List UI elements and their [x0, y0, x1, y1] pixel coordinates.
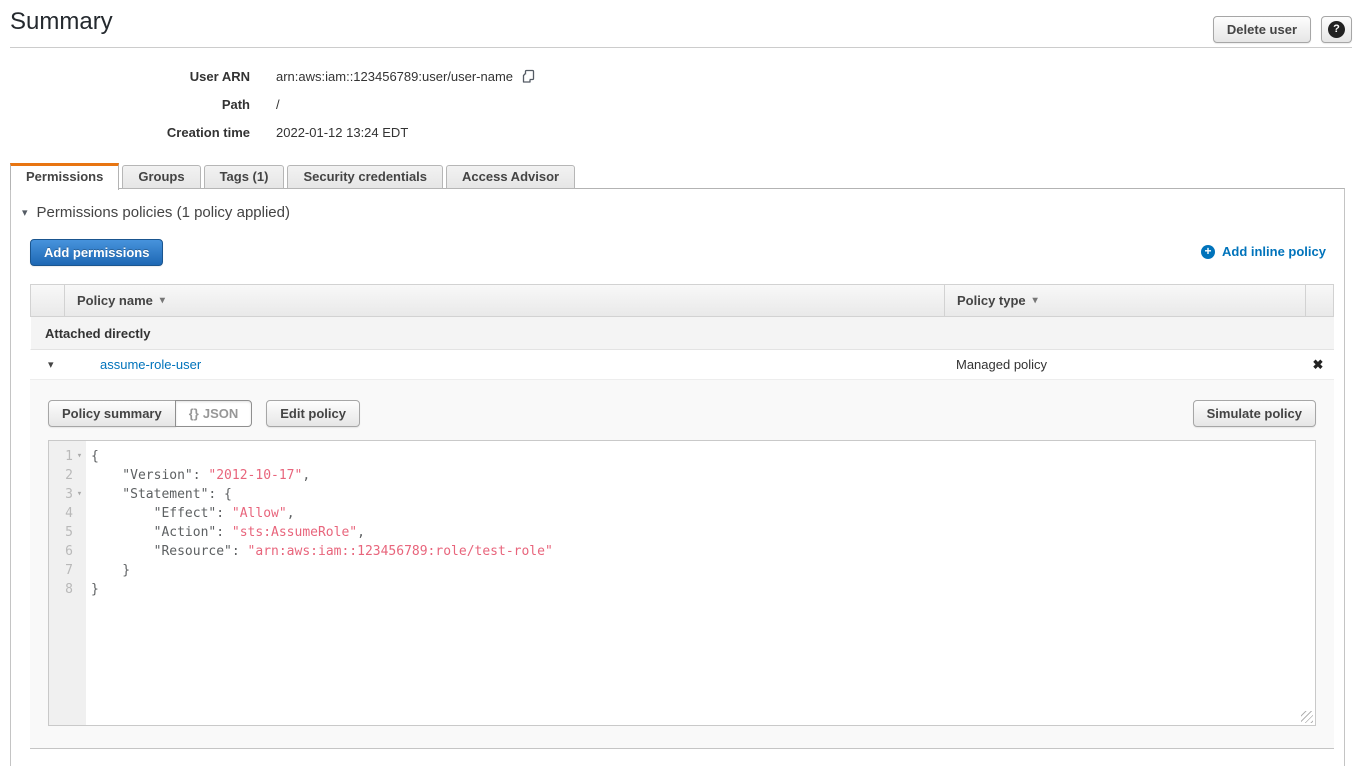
policy-table-header: Policy name ▾ Policy type ▾ [30, 284, 1334, 317]
add-permissions-button[interactable]: Add permissions [30, 239, 163, 266]
policy-type-header-label: Policy type [957, 293, 1026, 308]
policy-name-column-header[interactable]: Policy name ▾ [65, 285, 945, 316]
tab-groups[interactable]: Groups [122, 165, 200, 189]
tab-access-advisor[interactable]: Access Advisor [446, 165, 575, 189]
policy-type-value: Managed policy [944, 357, 1305, 372]
user-details: User ARN arn:aws:iam::123456789:user/use… [0, 62, 536, 146]
remove-policy-button[interactable]: ✖ [1305, 357, 1331, 373]
code-line: "Resource": "arn:aws:iam::123456789:role… [91, 542, 1315, 561]
actions-column-header [1306, 285, 1332, 316]
collapse-row-caret-icon[interactable]: ▾ [30, 358, 100, 371]
code-line: { [91, 447, 1315, 466]
code-line: } [91, 561, 1315, 580]
code-line: "Action": "sts:AssumeRole", [91, 523, 1315, 542]
header-buttons: Delete user ? [1213, 16, 1352, 43]
sort-caret-down-icon: ▾ [160, 295, 165, 306]
simulate-policy-button[interactable]: Simulate policy [1193, 400, 1316, 427]
attached-directly-group-row: Attached directly [30, 317, 1334, 350]
code-line: "Effect": "Allow", [91, 504, 1315, 523]
line-number: 3 [49, 485, 73, 504]
gutter-line: 2 [49, 466, 86, 485]
add-inline-policy-link[interactable]: + Add inline policy [1201, 244, 1326, 259]
policy-name-header-label: Policy name [77, 293, 153, 308]
permissions-tab-panel: ▾ Permissions policies (1 policy applied… [10, 188, 1345, 766]
fold-caret-icon[interactable]: ▾ [73, 447, 86, 466]
policy-type-column-header[interactable]: Policy type ▾ [945, 285, 1306, 316]
copy-icon[interactable] [521, 69, 536, 84]
tab-tags[interactable]: Tags (1) [204, 165, 285, 189]
plus-circle-icon: + [1201, 245, 1215, 259]
json-button-label: JSON [203, 406, 238, 421]
tab-bar: Permissions Groups Tags (1) Security cre… [10, 162, 1345, 189]
policy-json-editor[interactable]: 1▾23▾45678 { "Version": "2012-10-17", "S… [48, 440, 1316, 726]
permissions-policies-section-toggle[interactable]: ▾ Permissions policies (1 policy applied… [22, 204, 290, 221]
policy-name-link[interactable]: assume-role-user [100, 357, 944, 372]
line-number: 4 [49, 504, 73, 523]
expander-column-header [31, 285, 65, 316]
editor-code[interactable]: { "Version": "2012-10-17", "Statement": … [86, 441, 1315, 725]
editor-gutter: 1▾23▾45678 [49, 441, 86, 725]
gutter-line: 7 [49, 561, 86, 580]
user-arn-label: User ARN [0, 69, 250, 84]
detail-row-path: Path / [0, 90, 536, 118]
gutter-line: 8 [49, 580, 86, 599]
path-label: Path [0, 97, 250, 112]
line-number: 2 [49, 466, 73, 485]
iam-user-summary-page: Summary Delete user ? User ARN arn:aws:i… [0, 0, 1362, 766]
path-value: / [276, 97, 280, 112]
policy-detail-expanded: Policy summary {} JSON Edit policy Simul… [30, 380, 1334, 749]
edit-policy-button[interactable]: Edit policy [266, 400, 360, 427]
page-title: Summary [10, 8, 113, 36]
detail-row-creation-time: Creation time 2022-01-12 13:24 EDT [0, 118, 536, 146]
line-number: 7 [49, 561, 73, 580]
line-number: 8 [49, 580, 73, 599]
detail-row-user-arn: User ARN arn:aws:iam::123456789:user/use… [0, 62, 536, 90]
line-number: 5 [49, 523, 73, 542]
policy-view-buttons: Policy summary {} JSON Edit policy [48, 400, 1316, 427]
line-number: 1 [49, 447, 73, 466]
delete-user-button[interactable]: Delete user [1213, 16, 1311, 43]
title-divider [10, 47, 1352, 48]
json-view-button[interactable]: {} JSON [175, 400, 253, 427]
policy-actions-row: Add permissions + Add inline policy [30, 239, 1326, 266]
gutter-line: 5 [49, 523, 86, 542]
creation-time-label: Creation time [0, 125, 250, 140]
user-arn-value: arn:aws:iam::123456789:user/user-name [276, 69, 513, 84]
policy-row: ▾ assume-role-user Managed policy ✖ [30, 350, 1334, 380]
code-line: "Version": "2012-10-17", [91, 466, 1315, 485]
code-line: } [91, 580, 1315, 599]
question-mark-icon: ? [1328, 21, 1345, 38]
caret-down-icon: ▾ [22, 206, 28, 219]
add-inline-policy-label: Add inline policy [1222, 244, 1326, 259]
line-number: 6 [49, 542, 73, 561]
gutter-line: 4 [49, 504, 86, 523]
gutter-line: 6 [49, 542, 86, 561]
help-button[interactable]: ? [1321, 16, 1352, 43]
json-braces-icon: {} [189, 406, 199, 421]
policy-table: Policy name ▾ Policy type ▾ Attached dir… [30, 284, 1334, 749]
creation-time-value: 2022-01-12 13:24 EDT [276, 125, 408, 140]
resize-handle-icon[interactable] [1301, 711, 1313, 723]
permissions-policies-heading: Permissions policies (1 policy applied) [37, 204, 290, 221]
tab-permissions[interactable]: Permissions [10, 163, 119, 190]
code-line: "Statement": { [91, 485, 1315, 504]
fold-caret-icon[interactable]: ▾ [73, 485, 86, 504]
policy-summary-button[interactable]: Policy summary [48, 400, 176, 427]
gutter-line: 1▾ [49, 447, 86, 466]
sort-caret-down-icon: ▾ [1033, 295, 1038, 306]
tab-security-credentials[interactable]: Security credentials [287, 165, 443, 189]
gutter-line: 3▾ [49, 485, 86, 504]
